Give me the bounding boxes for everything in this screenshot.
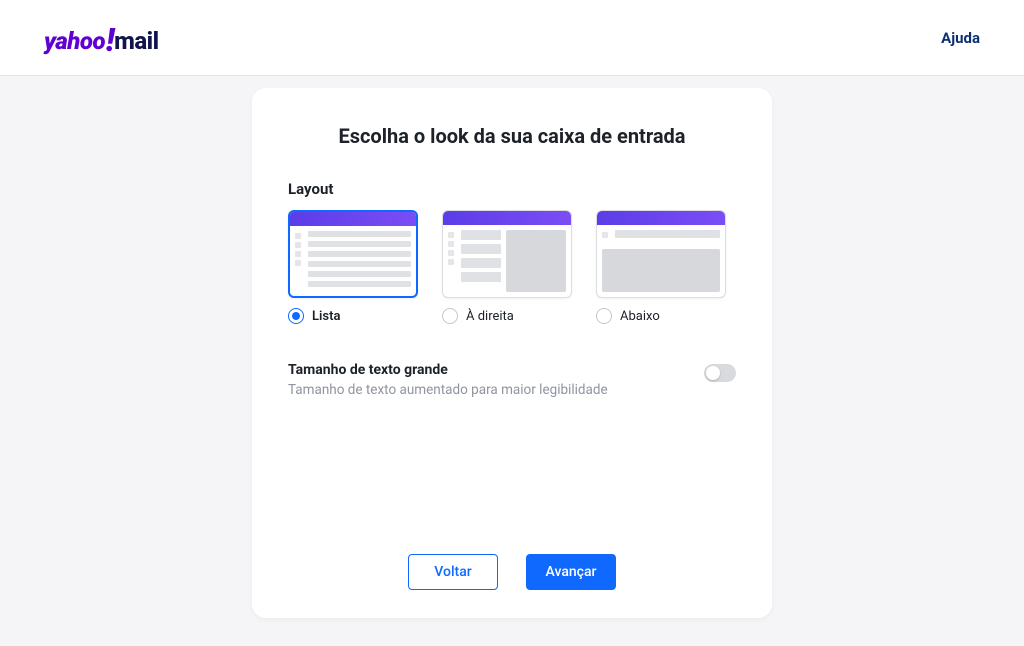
radio-label-list: Lista — [312, 309, 340, 324]
next-button[interactable]: Avançar — [526, 554, 616, 590]
large-text-setting: Tamanho de texto grande Tamanho de texto… — [288, 362, 736, 398]
large-text-toggle[interactable] — [704, 364, 736, 382]
thumb-sidebar-icon — [602, 230, 610, 244]
layout-thumb-right — [442, 210, 572, 298]
thumb-header-icon — [290, 212, 416, 226]
radio-right[interactable] — [442, 308, 458, 324]
large-text-title: Tamanho de texto grande — [288, 362, 608, 378]
yahoo-mail-logo: yahoo ! mail — [44, 19, 159, 57]
layout-options: Lista — [288, 210, 736, 324]
settings-card: Escolha o look da sua caixa de entrada L… — [252, 88, 772, 618]
large-text-desc: Tamanho de texto aumentado para maior le… — [288, 382, 608, 398]
thumb-sidebar-icon — [295, 231, 303, 291]
layout-thumb-below — [596, 210, 726, 298]
logo-bang-icon: ! — [106, 21, 114, 59]
layout-option-below[interactable]: Abaixo — [596, 210, 726, 324]
app-header: yahoo ! mail Ajuda — [0, 0, 1024, 76]
card-title: Escolha o look da sua caixa de entrada — [288, 124, 736, 148]
layout-option-right[interactable]: À direita — [442, 210, 572, 324]
layout-thumb-list — [288, 210, 418, 298]
logo-yahoo-text: yahoo — [44, 27, 105, 55]
thumb-list-icon — [308, 231, 411, 291]
layout-option-list[interactable]: Lista — [288, 210, 418, 324]
radio-label-right: À direita — [466, 309, 514, 324]
thumb-list-icon — [461, 230, 501, 292]
back-button[interactable]: Voltar — [408, 554, 498, 590]
help-link[interactable]: Ajuda — [941, 29, 980, 47]
radio-list[interactable] — [288, 308, 304, 324]
layout-section-label: Layout — [288, 180, 736, 198]
thumb-sidebar-icon — [448, 230, 456, 292]
thumb-preview-icon — [506, 230, 566, 292]
card-wrapper: Escolha o look da sua caixa de entrada L… — [0, 76, 1024, 618]
thumb-list-icon — [615, 230, 720, 244]
thumb-header-icon — [443, 211, 571, 225]
radio-below[interactable] — [596, 308, 612, 324]
logo-mail-text: mail — [114, 27, 159, 55]
button-row: Voltar Avançar — [288, 554, 736, 590]
thumb-preview-icon — [602, 249, 720, 292]
thumb-header-icon — [597, 211, 725, 225]
radio-label-below: Abaixo — [620, 309, 660, 324]
